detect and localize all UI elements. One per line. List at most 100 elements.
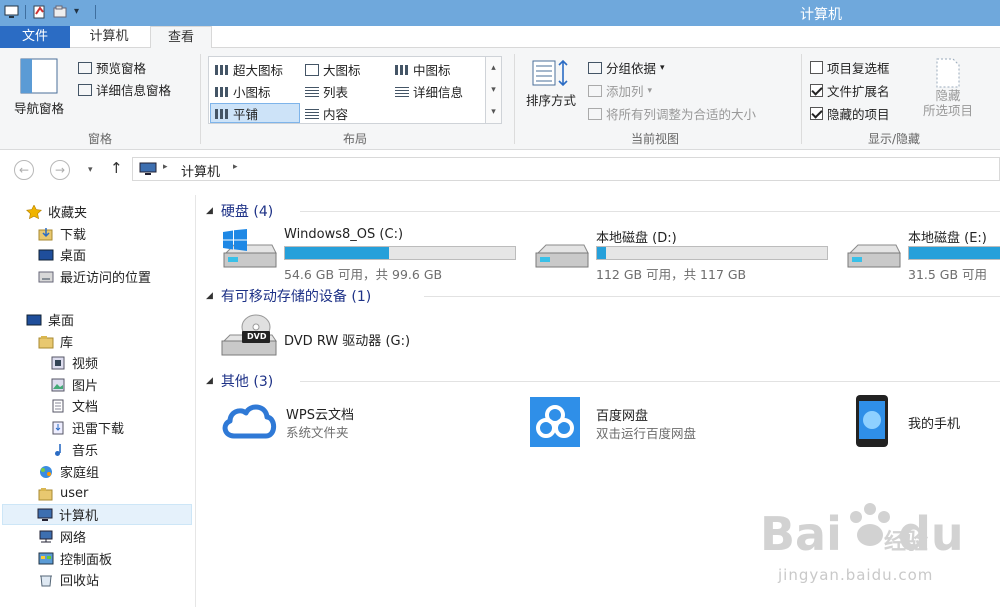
desktop-icon — [38, 249, 54, 260]
recent-locations-chevron-icon[interactable]: ▾ — [88, 165, 93, 175]
sidebar-item-network[interactable]: 网络 — [38, 526, 86, 547]
collapse-triangle-icon[interactable]: ◢ — [206, 291, 213, 301]
layout-content[interactable]: 内容 — [305, 104, 348, 123]
toolbar-separator — [25, 5, 26, 19]
group-by-button[interactable]: 分组依据 ▾ — [588, 58, 665, 77]
sidebar-item-homegroup[interactable]: 家庭组 — [38, 461, 99, 482]
my-phone[interactable]: 我的手机 — [852, 394, 1000, 448]
computer-icon — [139, 162, 157, 175]
layout-tiles[interactable]: 平铺 — [215, 104, 258, 123]
ribbon: 导航窗格 预览窗格 详细信息窗格 窗格 超大图标 大图标 中图标 小图标 列表 … — [0, 48, 1000, 150]
layout-details[interactable]: 详细信息 — [395, 82, 463, 101]
watermark-url: jingyan.baidu.com — [778, 566, 934, 584]
navigation-pane: 收藏夹 下载 桌面 最近访问的位置 桌面 库 视频 图片 文档 迅雷下载 音乐 — [0, 195, 196, 607]
drive-usage-bar — [596, 246, 828, 260]
tab-file[interactable]: 文件 — [0, 26, 70, 48]
sidebar-item-library[interactable]: 库 — [38, 331, 73, 352]
up-arrow-icon[interactable]: ↑ — [110, 159, 123, 177]
add-columns-button[interactable]: 添加列 ▾ — [588, 81, 652, 100]
sidebar-item-label: user — [60, 486, 89, 501]
item-checkboxes-toggle[interactable]: 项目复选框 — [810, 58, 890, 77]
section-header-hard-disks[interactable]: ◢ 硬盘 (4) — [206, 201, 273, 221]
section-header-other[interactable]: ◢ 其他 (3) — [206, 371, 273, 391]
back-button[interactable]: ← — [14, 160, 34, 180]
hard-drive-icon — [535, 244, 589, 268]
drive-c[interactable]: Windows8_OS (C:) 54.6 GB 可用，共 99.6 GB — [220, 227, 520, 282]
computer-icon[interactable] — [4, 5, 19, 19]
sidebar-item-recent-places[interactable]: 最近访问的位置 — [38, 266, 151, 287]
tab-view[interactable]: 查看 — [150, 26, 212, 49]
title-bar: ▾ 计算机 — [0, 0, 1000, 26]
breadcrumb-computer[interactable]: 计算机 — [181, 161, 220, 180]
chevron-down-icon[interactable]: ▾ — [74, 5, 89, 19]
layout-label: 小图标 — [233, 85, 271, 100]
properties-icon[interactable] — [32, 5, 47, 19]
dvd-drive-g[interactable]: DVD DVD RW 驱动器 (G:) — [220, 312, 520, 362]
forward-button[interactable]: → — [50, 160, 70, 180]
section-title: 其他 (3) — [220, 374, 274, 390]
sidebar-item-computer[interactable]: 计算机 — [2, 504, 192, 525]
sidebar-item-label: 控制面板 — [60, 553, 113, 568]
hidden-items-toggle[interactable]: 隐藏的项目 — [810, 104, 890, 123]
music-note-icon — [55, 443, 61, 456]
drive-usage-fill — [285, 247, 389, 259]
nav-pane-button[interactable]: 导航窗格 — [8, 58, 70, 117]
sidebar-item-user[interactable]: user — [38, 483, 88, 504]
hidden-items-checkbox[interactable] — [810, 107, 823, 120]
layout-medium-icons[interactable]: 中图标 — [395, 60, 451, 79]
sort-icon — [532, 59, 568, 87]
details-pane-icon — [78, 83, 92, 96]
breadcrumb-chevron-icon[interactable]: ▸ — [233, 162, 238, 172]
new-folder-icon[interactable] — [53, 5, 68, 19]
sidebar-item-label: 网络 — [60, 531, 87, 546]
wps-cloud-docs[interactable]: WPS云文档 系统文件夹 — [220, 400, 520, 444]
preview-pane-button[interactable]: 预览窗格 — [78, 58, 146, 77]
sidebar-item-label: 库 — [60, 336, 74, 351]
documents-icon — [52, 399, 64, 412]
breadcrumb-chevron-icon[interactable]: ▸ — [163, 162, 168, 172]
chevron-down-icon: ▾ — [660, 62, 665, 73]
tab-computer[interactable]: 计算机 — [75, 26, 143, 48]
sidebar-item-desktop-fav[interactable]: 桌面 — [38, 244, 86, 265]
quick-access-toolbar: ▾ — [4, 5, 96, 19]
hard-drive-icon — [847, 244, 901, 268]
preview-pane-icon — [78, 61, 92, 74]
fit-columns-button[interactable]: 将所有列调整为合适的大小 — [588, 104, 756, 123]
sort-by-button[interactable]: 排序方式 — [520, 58, 582, 109]
sidebar-item-videos[interactable]: 视频 — [50, 352, 98, 373]
sidebar-item-desktop[interactable]: 桌面 — [26, 309, 74, 330]
layout-small-icons[interactable]: 小图标 — [215, 82, 271, 101]
thunder-download-icon — [52, 421, 64, 434]
sidebar-item-thunder-downloads[interactable]: 迅雷下载 — [50, 417, 124, 438]
details-pane-button[interactable]: 详细信息窗格 — [78, 80, 171, 99]
drive-d[interactable]: 本地磁盘 (D:) 112 GB 可用，共 117 GB — [532, 227, 832, 282]
item-checkboxes-checkbox[interactable] — [810, 61, 823, 74]
sidebar-item-recycle-bin[interactable]: 回收站 — [38, 569, 99, 590]
address-input[interactable]: ▸ 计算机 ▸ — [132, 157, 1000, 181]
fit-columns-label: 将所有列调整为合适的大小 — [606, 107, 757, 122]
file-extensions-checkbox[interactable] — [810, 84, 823, 97]
drive-usage-fill — [909, 247, 1000, 259]
sidebar-item-documents[interactable]: 文档 — [50, 395, 98, 416]
sidebar-item-label: 下载 — [60, 228, 87, 243]
sidebar-item-music[interactable]: 音乐 — [50, 439, 98, 460]
layout-list[interactable]: 列表 — [305, 82, 348, 101]
sidebar-item-downloads[interactable]: 下载 — [38, 223, 86, 244]
collapse-triangle-icon[interactable]: ◢ — [206, 206, 213, 216]
collapse-triangle-icon[interactable]: ◢ — [206, 376, 213, 386]
baidu-netdisk[interactable]: 百度网盘 双击运行百度网盘 — [530, 397, 830, 447]
sidebar-item-control-panel[interactable]: 控制面板 — [38, 548, 112, 569]
hide-selected-button[interactable]: 隐藏 所选项目 — [918, 58, 978, 118]
layout-extra-large-icons[interactable]: 超大图标 — [215, 60, 283, 79]
layout-gallery-scroll[interactable]: ▴ ▾ ▾ — [485, 57, 501, 123]
section-header-removable[interactable]: ◢ 有可移动存储的设备 (1) — [206, 286, 371, 306]
drive-e[interactable]: 本地磁盘 (E:) 31.5 GB 可用 — [844, 227, 1000, 282]
sidebar-item-pictures[interactable]: 图片 — [50, 374, 98, 395]
layout-label: 内容 — [323, 107, 349, 122]
layout-large-icons[interactable]: 大图标 — [305, 60, 361, 79]
file-extensions-toggle[interactable]: 文件扩展名 — [810, 81, 890, 100]
sidebar-item-favorites[interactable]: 收藏夹 — [26, 201, 87, 222]
section-title: 硬盘 (4) — [220, 204, 274, 220]
svg-text:Bai: Bai — [760, 507, 842, 561]
chevron-down-icon: ▾ — [647, 85, 653, 96]
